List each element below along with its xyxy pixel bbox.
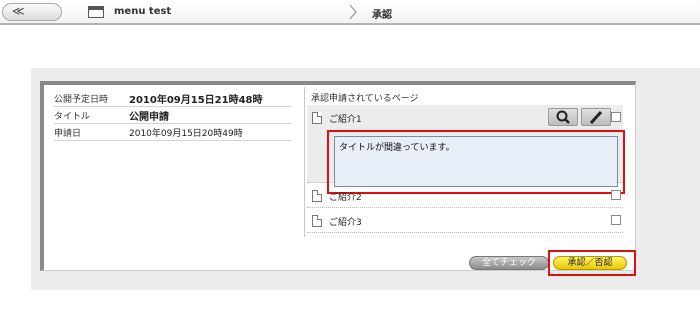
document-icon (312, 112, 322, 124)
info-row-request-date: 申請日 2010年09月15日20時49時 (54, 124, 292, 141)
pencil-icon (589, 110, 603, 125)
item-label: ご紹介3 (329, 218, 362, 228)
check-all-button[interactable]: 全てチェック (469, 256, 549, 270)
info-value: 2010年09月15日20時49時 (129, 128, 243, 139)
list-item: ご紹介3 (307, 208, 623, 233)
select-checkbox[interactable] (611, 190, 621, 200)
info-key: 公開予定日時 (54, 94, 109, 105)
menu-title: menu test (114, 6, 172, 17)
info-key: 申請日 (54, 128, 82, 139)
section-title: 承認申請されているページ (311, 94, 419, 104)
info-table: 公開予定日時 2010年09月15日21時48時 タイトル 公開申請 申請日 2… (54, 90, 292, 141)
requested-pages: 承認申請されているページ ご紹介1 タイトルが間違っています。 ご紹介2 ご紹介… (307, 91, 625, 233)
approval-panel: 公開予定日時 2010年09月15日21時48時 タイトル 公開申請 申請日 2… (40, 81, 636, 276)
comment-field[interactable]: タイトルが間違っています。 (334, 136, 618, 187)
info-value: 公開申請 (129, 111, 169, 123)
info-key: タイトル (54, 111, 91, 122)
top-bar: ≪ menu test 承認 (0, 0, 700, 25)
info-row-publish-date: 公開予定日時 2010年09月15日21時48時 (54, 90, 292, 107)
document-icon (312, 190, 322, 202)
edit-button[interactable] (581, 108, 611, 126)
approve-button[interactable]: 承認／否認 (553, 256, 627, 270)
list-item: ご紹介1 タイトルが間違っています。 (307, 105, 625, 194)
search-icon (556, 110, 570, 124)
chevron-right-icon (349, 4, 357, 20)
info-row-title: タイトル 公開申請 (54, 107, 292, 124)
item-label: ご紹介2 (329, 193, 362, 203)
content-area: 公開予定日時 2010年09月15日21時48時 タイトル 公開申請 申請日 2… (31, 68, 700, 290)
preview-button[interactable] (548, 108, 578, 126)
select-checkbox[interactable] (611, 112, 621, 122)
item-label: ご紹介1 (329, 115, 362, 125)
list-item: ご紹介2 (307, 183, 623, 208)
window-icon (88, 6, 104, 18)
select-checkbox[interactable] (611, 215, 621, 225)
column-divider (304, 87, 305, 237)
breadcrumb-current: 承認 (372, 10, 392, 21)
document-icon (312, 215, 322, 227)
back-button[interactable]: ≪ (2, 3, 62, 21)
info-value: 2010年09月15日21時48時 (129, 94, 263, 106)
